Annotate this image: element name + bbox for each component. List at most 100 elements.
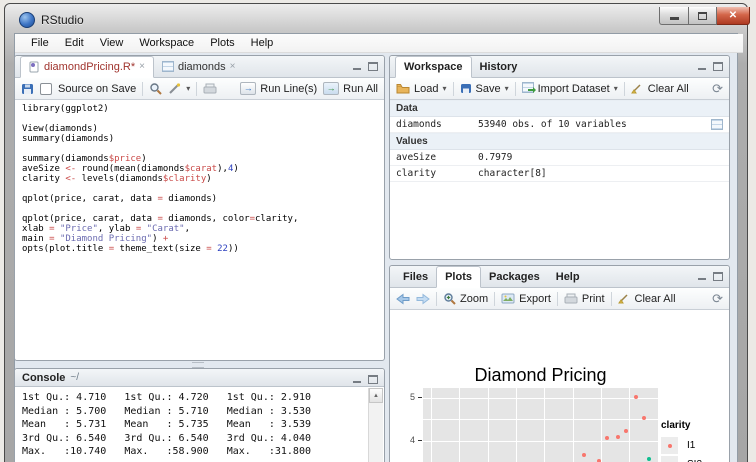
console-line: Median : 5.700 Median : 5.710 Median : 3… (22, 405, 311, 417)
gridline (431, 388, 432, 462)
dropdown-caret-icon: ▾ (504, 84, 509, 93)
tab-files[interactable]: Files (395, 267, 436, 287)
code-line: library(ggplot2) (22, 104, 109, 114)
pane-maximize-icon[interactable] (713, 272, 723, 281)
tab-diamondpricing[interactable]: diamondPricing.R* × (20, 56, 154, 78)
minimize-icon (669, 17, 679, 20)
tab-close-icon[interactable]: × (230, 61, 236, 72)
view-data-grid-icon[interactable] (711, 119, 723, 130)
load-button[interactable]: Load ▾ (396, 83, 447, 95)
scatter-point-I1 (623, 429, 628, 434)
plot-legend: clarity I1 SI2 SI1 VS2 (661, 420, 706, 462)
search-icon[interactable] (149, 82, 162, 95)
back-button[interactable] (396, 293, 410, 305)
save-label: Save (475, 82, 501, 95)
console-line: 3rd Qu.: 6.540 3rd Qu.: 6.540 3rd Qu.: 4… (22, 432, 311, 444)
workspace-row-diamonds[interactable]: diamonds 53940 obs. of 10 variables (390, 117, 729, 133)
tab-close-icon[interactable]: × (139, 61, 145, 72)
console-output[interactable]: 1st Qu.: 4.710 1st Qu.: 4.720 1st Qu.: 2… (15, 387, 368, 462)
menu-workspace[interactable]: Workspace (131, 37, 202, 49)
minimize-button[interactable] (659, 7, 689, 25)
refresh-icon[interactable]: ⟳ (712, 292, 723, 305)
console-title: Console (22, 371, 66, 384)
import-dataset-button[interactable]: Import Dataset ▾ (521, 81, 618, 96)
object-name: aveSize (396, 152, 437, 163)
menu-plots[interactable]: Plots (202, 37, 242, 49)
tab-workspace[interactable]: Workspace (395, 56, 472, 78)
clear-all-button[interactable]: Clear All (630, 83, 689, 95)
source-on-save-checkbox[interactable] (40, 82, 52, 95)
pane-minimize-icon[interactable] (697, 62, 707, 71)
maximize-button[interactable] (689, 7, 717, 25)
screen: RStudio ✕ File Edit View Workspace Plots… (0, 0, 756, 462)
code-line: clarity <- levels(diamonds$clarity) (22, 174, 212, 184)
tab-help[interactable]: Help (548, 267, 588, 287)
forward-button[interactable] (416, 293, 430, 305)
pane-maximize-icon[interactable] (713, 62, 723, 71)
print-button[interactable]: Print (564, 293, 605, 305)
clear-all-label: Clear All (634, 292, 676, 305)
console-line: Max. :10.740 Max. :58.900 Max. :31.800 (22, 446, 311, 457)
separator (623, 81, 625, 96)
code-line: summary(diamonds) (22, 134, 115, 144)
broom-icon (617, 294, 628, 304)
save-button[interactable]: Save ▾ (460, 83, 509, 95)
console-scrollbar[interactable]: ▲ (368, 388, 383, 462)
export-button[interactable]: Export (501, 293, 551, 305)
code-line: main = "Diamond Pricing") + (22, 234, 169, 244)
print-icon[interactable] (203, 83, 217, 95)
legend-item: SI2 (661, 456, 706, 462)
tab-label: Plots (445, 270, 472, 283)
separator (610, 291, 612, 306)
pane-minimize-icon[interactable] (697, 272, 707, 281)
tab-diamonds[interactable]: diamonds × (154, 57, 244, 77)
plot-canvas[interactable]: Diamond Pricing 5 4 3 Carat clarity I1 S… (390, 310, 729, 462)
menu-bar: File Edit View Workspace Plots Help (15, 34, 743, 53)
code-tools-button[interactable]: ▾ (168, 82, 190, 95)
save-icon[interactable] (21, 83, 34, 95)
menu-edit[interactable]: Edit (57, 37, 92, 49)
code-line: opts(plot.title = theme_text(size = 22)) (22, 244, 239, 254)
workspace-section-header: Values (390, 133, 729, 150)
gridline (629, 388, 631, 462)
pane-minimize-icon[interactable] (352, 375, 362, 384)
r-script-icon (29, 61, 40, 73)
legend-key (661, 437, 678, 454)
run-lines-button[interactable]: → Run Line(s) (240, 82, 317, 95)
gridline (459, 388, 461, 462)
tab-plots[interactable]: Plots (436, 266, 481, 288)
menu-file[interactable]: File (23, 37, 57, 49)
tab-label: Files (403, 270, 429, 283)
object-name: clarity (396, 168, 437, 179)
menu-help[interactable]: Help (243, 37, 282, 49)
scroll-up-button[interactable]: ▲ (369, 388, 383, 403)
scatter-point-I1 (633, 395, 638, 400)
run-all-button[interactable]: → Run All (323, 82, 378, 95)
close-button[interactable]: ✕ (717, 7, 750, 25)
workspace-row-avesize[interactable]: aveSize 0.7979 (390, 150, 729, 166)
zoom-icon (444, 293, 456, 305)
export-image-icon (501, 293, 515, 304)
title-bar[interactable]: RStudio (19, 12, 84, 28)
pane-maximize-icon[interactable] (368, 375, 378, 384)
separator (494, 291, 496, 306)
zoom-button[interactable]: Zoom (443, 292, 488, 305)
tab-packages[interactable]: Packages (481, 267, 548, 287)
source-tabbar: diamondPricing.R* × diamonds × (15, 56, 384, 78)
console-line: Mean : 5.731 Mean : 5.735 Mean : 3.539 (22, 419, 311, 430)
tab-history[interactable]: History (472, 57, 526, 77)
menu-view[interactable]: View (92, 37, 132, 49)
data-grid-icon (161, 61, 174, 72)
pane-maximize-icon[interactable] (368, 62, 378, 71)
pane-minimize-icon[interactable] (352, 62, 362, 71)
clear-all-button[interactable]: Clear All (617, 292, 676, 305)
workspace-row-clarity[interactable]: clarity character[8] (390, 166, 729, 182)
console-titlebar: Console ~/ (15, 369, 384, 387)
code-editor[interactable]: library(ggplot2) View(diamonds) summary(d… (15, 100, 384, 360)
legend-dot (667, 443, 672, 448)
refresh-icon[interactable]: ⟳ (712, 82, 723, 95)
print-label: Print (581, 292, 605, 305)
